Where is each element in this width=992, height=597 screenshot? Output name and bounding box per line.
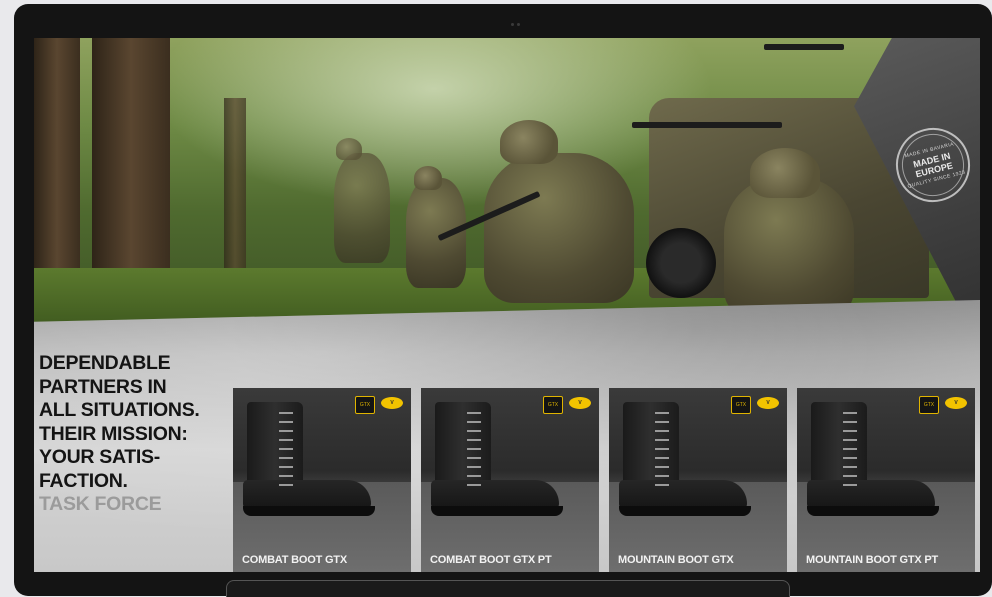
product-name: COMBAT BOOT GTX PT (430, 554, 552, 566)
gore-tex-icon: GTX (543, 396, 563, 414)
gore-tex-icon: GTX (731, 396, 751, 414)
product-name: MOUNTAIN BOOT GTX PT (806, 554, 939, 566)
home-indicator (226, 580, 790, 597)
headline-line: PARTNERS IN (39, 375, 167, 398)
vibram-icon: V (945, 397, 967, 409)
soldier-figure (334, 153, 390, 263)
tree-trunk (34, 38, 80, 298)
product-card-mountain-boot-gtx[interactable]: GTX V MOUNTAIN BOOT GTX (609, 388, 787, 572)
rifle (632, 122, 782, 128)
soldier-figure (724, 178, 854, 318)
headline-line: TASK FORCE (39, 493, 162, 515)
product-card-combat-boot-gtx[interactable]: GTX V COMBAT BOOT GTX (233, 388, 411, 572)
product-name: MOUNTAIN BOOT GTX (618, 554, 734, 566)
product-name: COMBAT BOOT GTX (242, 554, 347, 566)
vibram-icon: V (569, 397, 591, 409)
camera-dots (511, 13, 525, 26)
headline-line: FACTION. (39, 469, 128, 492)
product-card-combat-boot-gtx-pt[interactable]: GTX V COMBAT BOOT GTX PT (421, 388, 599, 572)
headline: DEPENDABLE PARTNERS IN ALL SITUATIONS. T… (39, 352, 229, 517)
rifle (764, 44, 844, 50)
product-card-mountain-boot-gtx-pt[interactable]: GTX V MOUNTAIN BOOT GTX PT (797, 388, 975, 572)
screen: MADE IN BAVARIA MADE IN EUROPE QUALITY S… (34, 38, 980, 572)
gore-tex-icon: GTX (919, 396, 939, 414)
headline-line: DEPENDABLE (39, 352, 171, 374)
vibram-icon: V (381, 397, 403, 409)
hero-image (34, 38, 980, 328)
headline-line: YOUR SATIS- (39, 446, 160, 468)
gore-tex-icon: GTX (355, 396, 375, 414)
tree-trunk (224, 98, 246, 268)
vibram-icon: V (757, 397, 779, 409)
soldier-figure (484, 153, 634, 303)
headline-line: ALL SITUATIONS. (39, 399, 200, 421)
headline-line: THEIR MISSION: (39, 422, 188, 445)
